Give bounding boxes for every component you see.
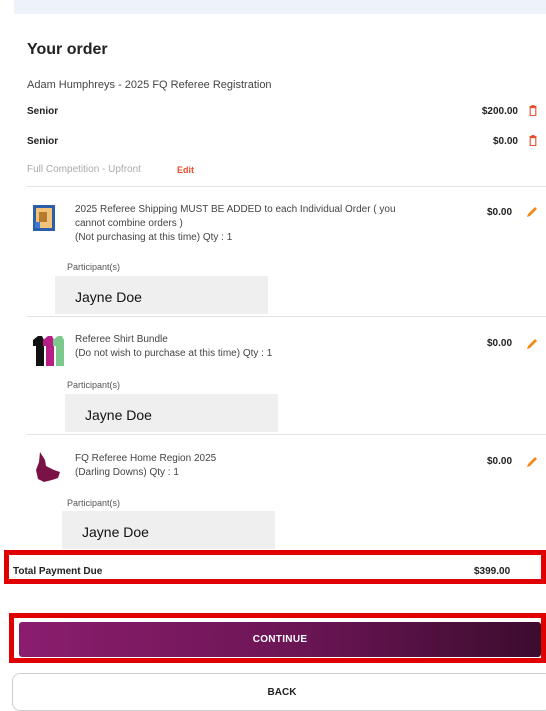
- order-subtitle: Adam Humphreys - 2025 FQ Referee Registr…: [27, 79, 272, 91]
- order-line-label: Senior: [27, 136, 59, 147]
- shipping-box-icon: [33, 205, 55, 231]
- pencil-icon[interactable]: [526, 206, 538, 218]
- item-price: $0.00: [487, 207, 513, 218]
- order-line-label: Senior: [27, 106, 59, 117]
- edit-link[interactable]: Edit: [177, 165, 194, 175]
- top-bar: [14, 0, 546, 14]
- order-line-price: $0.00: [492, 136, 518, 147]
- divider: [27, 186, 546, 187]
- item-title: 2025 Referee Shipping MUST BE ADDED to e…: [75, 204, 396, 243]
- continue-highlight: CONTINUE: [9, 613, 546, 663]
- item-price: $0.00: [487, 456, 513, 467]
- participants-label: Participant(s): [67, 262, 121, 272]
- participant-name: Jayne Doe: [85, 407, 152, 423]
- order-title: Your order: [27, 41, 108, 58]
- participant-box: Jayne Doe: [55, 276, 268, 314]
- item-price: $0.00: [487, 338, 513, 349]
- participants-label: Participant(s): [67, 380, 121, 390]
- payment-option: Full Competition - Upfront: [27, 164, 141, 175]
- participant-name: Jayne Doe: [82, 524, 149, 540]
- continue-button[interactable]: CONTINUE: [19, 622, 541, 657]
- participant-name: Jayne Doe: [75, 289, 142, 305]
- trash-icon[interactable]: [529, 135, 537, 146]
- total-value: $399.00: [474, 566, 511, 577]
- trash-icon[interactable]: [529, 105, 537, 116]
- region-map-icon: [36, 452, 60, 482]
- item-title: FQ Referee Home Region 2025 (Darling Dow…: [75, 453, 217, 478]
- pencil-icon[interactable]: [526, 338, 538, 350]
- order-line-price: $200.00: [481, 106, 518, 117]
- back-button[interactable]: BACK: [12, 673, 546, 711]
- total-label: Total Payment Due: [13, 566, 103, 577]
- pencil-icon[interactable]: [526, 456, 538, 468]
- participant-box: Jayne Doe: [65, 394, 278, 432]
- participants-label: Participant(s): [67, 498, 121, 508]
- participant-box: Jayne Doe: [62, 511, 275, 549]
- divider: [27, 434, 546, 435]
- shirts-icon: [33, 336, 64, 366]
- item-title: Referee Shirt Bundle (Do not wish to pur…: [75, 334, 273, 359]
- divider: [27, 316, 546, 317]
